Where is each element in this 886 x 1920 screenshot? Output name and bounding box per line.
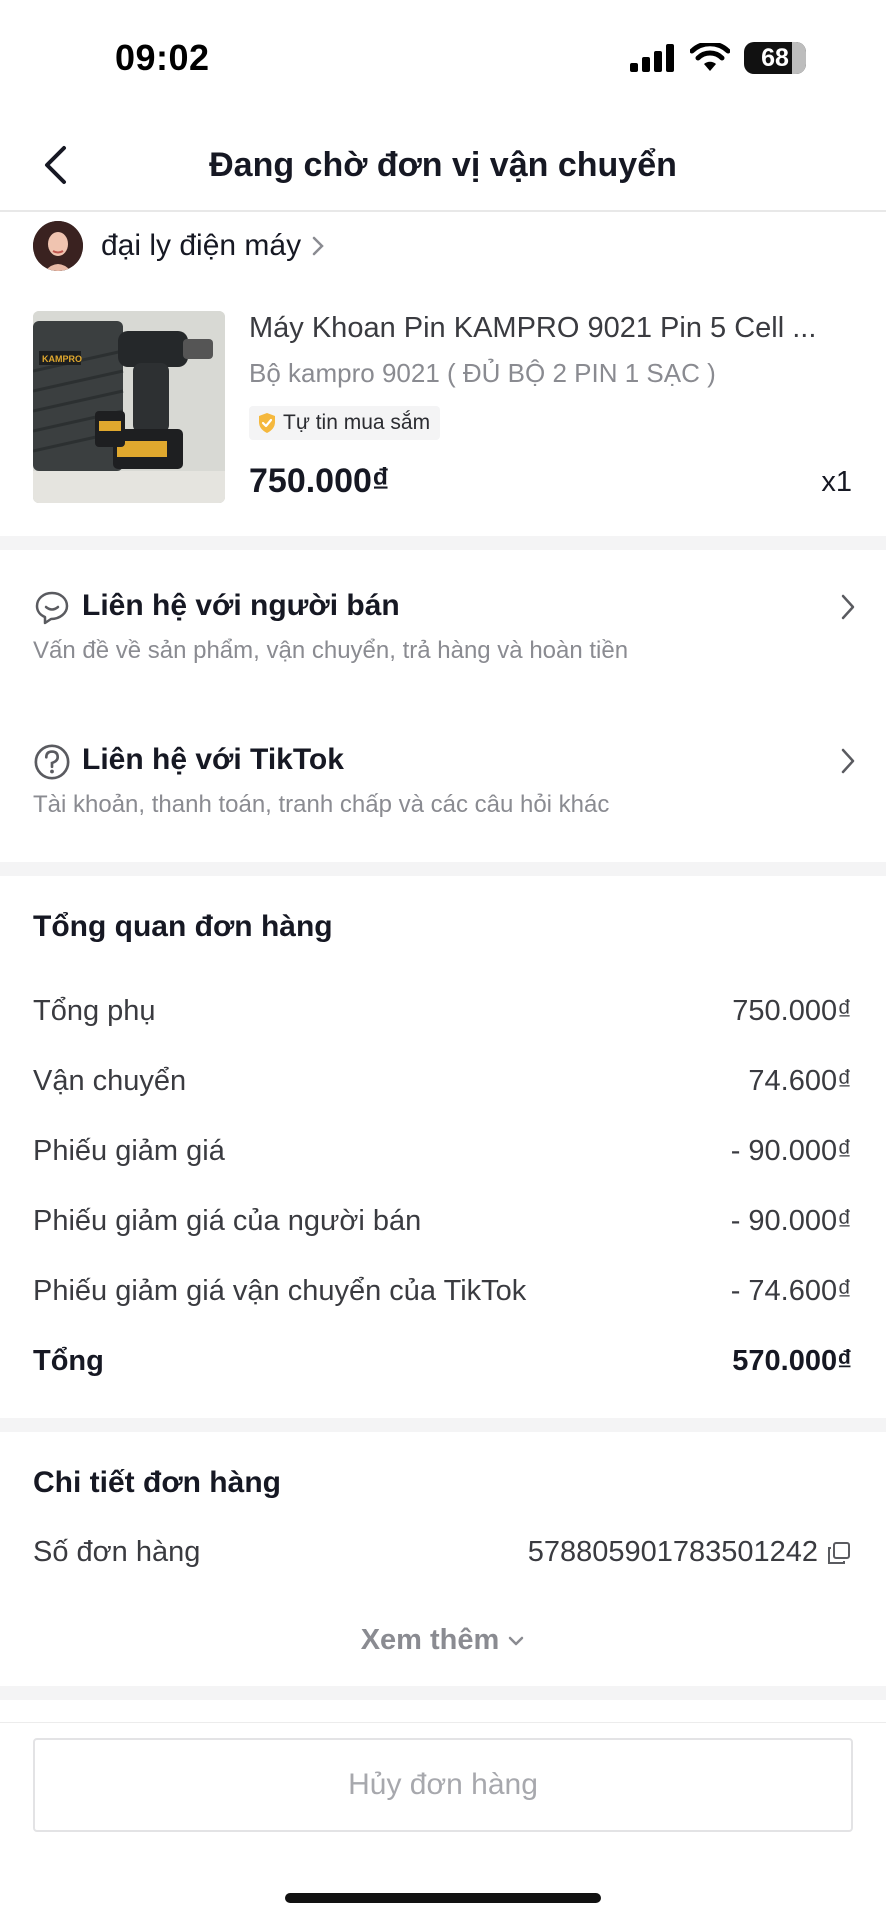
order-number-row: Số đơn hàng 578805901783501242 bbox=[33, 1536, 852, 1569]
summary-value: - 90.000₫ bbox=[730, 1135, 852, 1167]
chevron-down-icon bbox=[509, 1636, 524, 1645]
status-bar: 09:02 68 bbox=[0, 0, 886, 118]
summary-value: - 90.000₫ bbox=[730, 1205, 852, 1237]
order-detail-screen: 09:02 68 Đang chờ đơn vị vận chuyển đại … bbox=[0, 0, 886, 1920]
shield-check-icon bbox=[259, 413, 275, 433]
order-details-title: Chi tiết đơn hàng bbox=[33, 1466, 281, 1499]
home-indicator bbox=[285, 1893, 601, 1903]
battery-indicator: 68 bbox=[744, 42, 806, 74]
svg-text:KAMPRO: KAMPRO bbox=[42, 354, 82, 364]
summary-value: 750.000₫ bbox=[732, 995, 852, 1027]
chevron-right-icon bbox=[311, 235, 325, 257]
product-price: 750.000₫ bbox=[249, 462, 390, 500]
seller-name: đại ly điện máy bbox=[101, 228, 302, 262]
bottom-action-bar: Hủy đơn hàng bbox=[0, 1722, 886, 1920]
summary-label: Phiếu giảm giá của người bán bbox=[33, 1205, 422, 1237]
trust-badge-label: Tự tin mua sắm bbox=[283, 411, 431, 434]
copy-icon[interactable] bbox=[826, 1540, 852, 1566]
seller-avatar bbox=[33, 220, 83, 271]
see-more-label: Xem thêm bbox=[360, 1624, 500, 1656]
summary-row-voucher: Phiếu giảm giá - 90.000₫ bbox=[33, 1135, 852, 1168]
contact-seller-title: Liên hệ với người bán bbox=[82, 589, 400, 622]
cellular-signal-icon bbox=[630, 44, 674, 72]
product-title[interactable]: Máy Khoan Pin KAMPRO 9021 Pin 5 Cell ... bbox=[249, 312, 859, 345]
section-divider bbox=[0, 1418, 886, 1432]
summary-row-total: Tổng 570.000₫ bbox=[33, 1345, 852, 1378]
help-circle-icon bbox=[33, 743, 71, 781]
section-divider bbox=[0, 862, 886, 876]
total-value: 570.000₫ bbox=[732, 1345, 852, 1377]
status-time: 09:02 bbox=[115, 37, 210, 78]
summary-row-shipping: Vận chuyển 74.600₫ bbox=[33, 1065, 852, 1098]
summary-row-subtotal: Tổng phụ 750.000₫ bbox=[33, 995, 852, 1028]
chevron-right-icon bbox=[840, 593, 856, 626]
total-label: Tổng bbox=[33, 1345, 104, 1377]
status-icons: 68 bbox=[630, 42, 806, 74]
summary-label: Vận chuyển bbox=[33, 1065, 187, 1097]
contact-seller-subtitle: Vấn đề về sản phẩm, vận chuyển, trả hàng… bbox=[33, 637, 629, 664]
top-nav: Đang chờ đơn vị vận chuyển bbox=[0, 118, 886, 212]
summary-label: Phiếu giảm giá bbox=[33, 1135, 225, 1167]
product-variant: Bộ kampro 9021 ( ĐỦ BỘ 2 PIN 1 SẠC ) bbox=[249, 358, 716, 388]
seller-link[interactable]: đại ly điện máy bbox=[33, 218, 325, 273]
summary-row-shipping-voucher: Phiếu giảm giá vận chuyển của TikTok - 7… bbox=[33, 1275, 852, 1308]
summary-label: Tổng phụ bbox=[33, 995, 156, 1027]
chat-bubble-icon bbox=[33, 589, 71, 627]
section-divider bbox=[0, 1686, 886, 1700]
wifi-icon bbox=[690, 43, 730, 71]
product-quantity: x1 bbox=[821, 466, 852, 498]
contact-tiktok-title: Liên hệ với TikTok bbox=[82, 743, 344, 776]
contact-tiktok-row[interactable]: Liên hệ với TikTok Tài khoản, thanh toán… bbox=[0, 743, 886, 863]
chevron-right-icon bbox=[840, 747, 856, 780]
summary-label: Phiếu giảm giá vận chuyển của TikTok bbox=[33, 1275, 527, 1307]
contact-seller-row[interactable]: Liên hệ với người bán Vấn đề về sản phẩm… bbox=[0, 589, 886, 709]
order-summary-title: Tổng quan đơn hàng bbox=[33, 910, 333, 943]
order-number-label: Số đơn hàng bbox=[33, 1536, 201, 1568]
cancel-order-button[interactable]: Hủy đơn hàng bbox=[33, 1738, 853, 1832]
battery-icon: 68 bbox=[744, 42, 806, 74]
summary-row-seller-voucher: Phiếu giảm giá của người bán - 90.000₫ bbox=[33, 1205, 852, 1238]
order-number: 578805901783501242 bbox=[527, 1536, 818, 1568]
product-image[interactable]: KAMPRO bbox=[33, 311, 225, 503]
summary-value: 74.600₫ bbox=[748, 1065, 852, 1097]
battery-level: 68 bbox=[761, 43, 789, 72]
order-number-group: 578805901783501242 bbox=[528, 1536, 852, 1569]
summary-value: - 74.600₫ bbox=[730, 1275, 852, 1307]
contact-tiktok-subtitle: Tài khoản, thanh toán, tranh chấp và các… bbox=[33, 791, 610, 818]
page-title: Đang chờ đơn vị vận chuyển bbox=[209, 146, 677, 184]
trust-badge: Tự tin mua sắm bbox=[249, 406, 441, 440]
section-divider bbox=[0, 536, 886, 550]
see-more-button[interactable]: Xem thêm bbox=[0, 1624, 886, 1657]
